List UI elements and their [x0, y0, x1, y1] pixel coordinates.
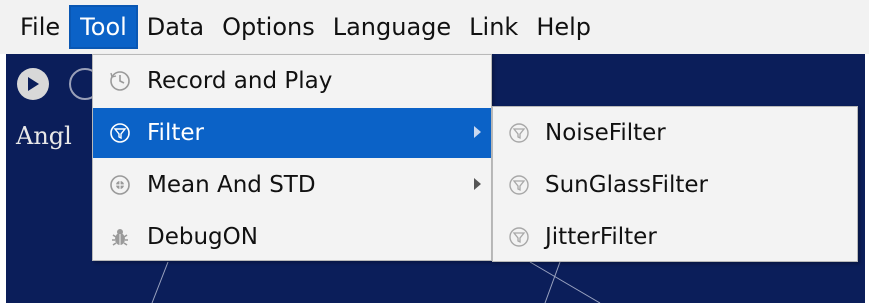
- submenu-item-label: SunGlassFilter: [545, 172, 708, 198]
- bug-icon: [108, 225, 132, 249]
- submenu-arrow-icon: [474, 178, 481, 190]
- play-button[interactable]: [17, 68, 49, 100]
- filter-icon: [108, 121, 132, 145]
- filter-submenu: NoiseFilter SunGlassFilter JitterFilter: [492, 106, 858, 262]
- submenu-item-label: NoiseFilter: [545, 120, 666, 146]
- menu-item-mean-and-std[interactable]: Mean And STD: [93, 160, 491, 210]
- menu-item-label: DebugON: [147, 224, 258, 250]
- filter-icon: [507, 225, 531, 249]
- mean-icon: [108, 173, 132, 197]
- filter-icon: [507, 121, 531, 145]
- submenu-arrow-icon: [474, 126, 481, 138]
- menu-item-filter[interactable]: Filter: [93, 108, 491, 158]
- clock-icon: [108, 69, 132, 93]
- menu-item-label: Filter: [147, 120, 204, 146]
- submenu-item-label: JitterFilter: [545, 224, 657, 250]
- submenu-item-noisefilter[interactable]: NoiseFilter: [493, 108, 857, 158]
- tool-menu: Record and Play Filter Mean And STD Debu…: [92, 54, 492, 261]
- menu-item-label: Mean And STD: [147, 172, 316, 198]
- menu-item-record-and-play[interactable]: Record and Play: [93, 56, 491, 106]
- menu-item-label: Record and Play: [147, 68, 333, 94]
- submenu-item-jitterfilter[interactable]: JitterFilter: [493, 212, 857, 262]
- play-icon: [28, 77, 39, 91]
- filter-icon: [507, 173, 531, 197]
- menu-item-debugon[interactable]: DebugON: [93, 212, 491, 262]
- submenu-item-sunglassfilter[interactable]: SunGlassFilter: [493, 160, 857, 210]
- canvas-label: Angl: [16, 122, 72, 150]
